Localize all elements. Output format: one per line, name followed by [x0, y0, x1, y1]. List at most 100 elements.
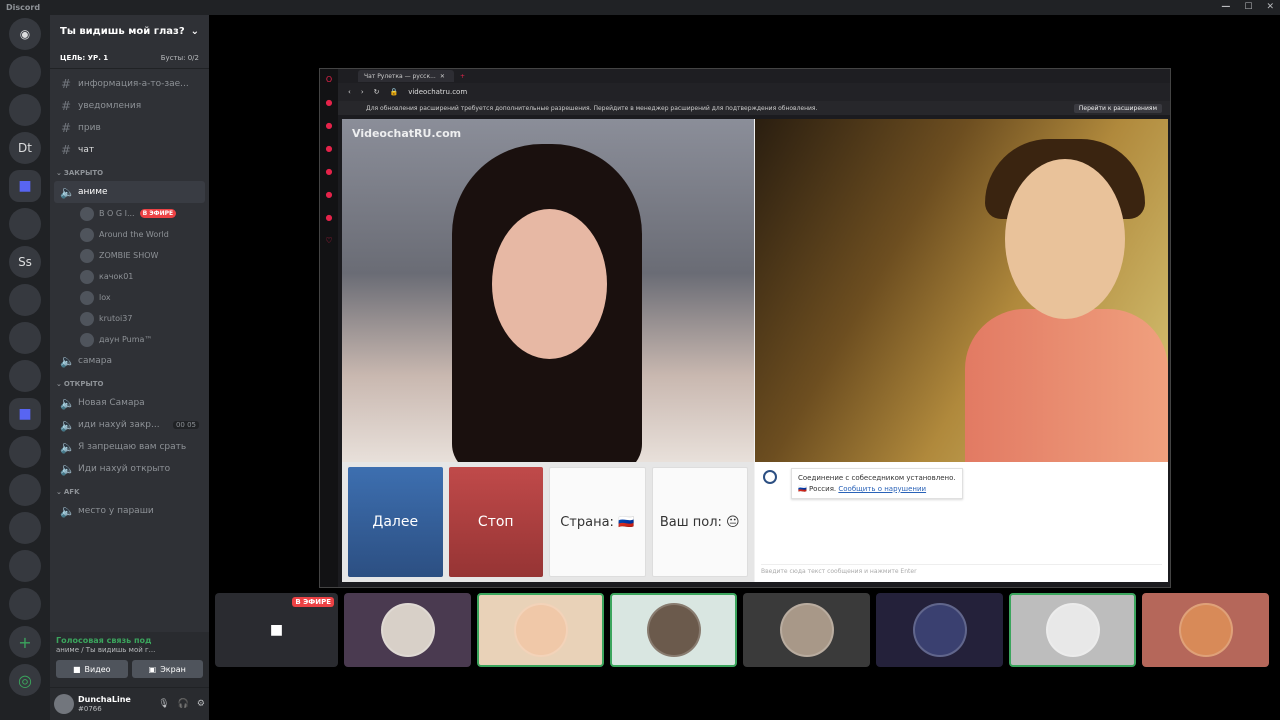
speaker-icon: 🔈: [60, 462, 75, 476]
server-avatar[interactable]: [9, 436, 41, 468]
video-face: [1005, 159, 1125, 319]
server-avatar[interactable]: [9, 284, 41, 316]
screen-share-button[interactable]: ▣ Экран: [131, 660, 203, 678]
server-header[interactable]: Ты видишь мой глаз? ⌄: [50, 15, 209, 47]
close-icon[interactable]: ✕: [440, 73, 445, 80]
camera-icon: ■: [72, 664, 81, 674]
chat-message-input[interactable]: Введите сюда текст сообщения и нажмите E…: [761, 564, 1162, 578]
sidebar-icon: ●: [325, 144, 333, 153]
add-server-icon[interactable]: +: [9, 626, 41, 658]
lock-icon: 🔒: [389, 88, 399, 96]
voice-channel[interactable]: 🔈 Я запрещаю вам срать: [54, 436, 205, 458]
voice-status[interactable]: Голосовая связь под: [56, 636, 203, 645]
voice-user[interactable]: ZOMBIE SHOW: [54, 245, 205, 266]
browser-tab[interactable]: Чат Рулетка — русск... ✕: [358, 70, 454, 82]
extension-notice: Для обновления расширений требуется допо…: [338, 101, 1170, 115]
stream-preview-tile[interactable]: В ЭФИРЕ ■: [215, 593, 338, 667]
server-avatar[interactable]: [9, 550, 41, 582]
gender-button[interactable]: Ваш пол: 😐: [651, 467, 748, 577]
video-button[interactable]: ■ Видео: [56, 660, 128, 678]
text-channel[interactable]: # прив: [54, 117, 205, 139]
participant-tile[interactable]: [610, 593, 737, 667]
voice-channel[interactable]: 🔈 Новая Самара: [54, 392, 205, 414]
shared-browser-window[interactable]: O ● ● ● ● ● ● ♡ Чат Рулетка — русск... ✕ …: [319, 68, 1171, 588]
sidebar-icon: ●: [325, 121, 333, 130]
text-channel[interactable]: # чат: [54, 139, 205, 161]
user-limit-badge: 00 05: [172, 421, 199, 429]
server-avatar[interactable]: [9, 512, 41, 544]
video-figure: [965, 309, 1168, 462]
headphones-icon[interactable]: 🎧: [178, 699, 189, 709]
stop-button[interactable]: Стоп: [448, 467, 543, 577]
category-closed[interactable]: ⌄ ЗАКРЫТО: [54, 161, 205, 181]
explore-icon[interactable]: ◎: [9, 664, 41, 696]
participant-tile[interactable]: [344, 593, 471, 667]
text-channel[interactable]: # уведомления: [54, 95, 205, 117]
voice-user[interactable]: B O G I... В ЭФИРЕ: [54, 203, 205, 224]
boost-progress[interactable]: ЦЕЛЬ: УР. 1 Бусты: 0/2: [50, 47, 209, 69]
server-avatar[interactable]: [9, 360, 41, 392]
avatar: [80, 311, 94, 326]
participant-tile[interactable]: [1009, 593, 1136, 667]
avatar[interactable]: [54, 694, 74, 714]
window-titlebar: Discord — ☐ ✕: [0, 0, 1280, 15]
avatar: [513, 603, 568, 657]
back-icon[interactable]: ‹: [348, 88, 351, 96]
participant-tile[interactable]: [477, 593, 604, 667]
participant-tile[interactable]: [1142, 593, 1269, 667]
country-button[interactable]: Страна: 🇷🇺: [549, 467, 646, 577]
voice-user[interactable]: lox: [54, 287, 205, 308]
chevron-down-icon: ⌄: [190, 25, 199, 37]
voice-channel[interactable]: 🔈 иди нахуй закр... 00 05: [54, 414, 205, 436]
server-avatar[interactable]: [9, 474, 41, 506]
next-button[interactable]: Далее: [348, 467, 443, 577]
server-icon[interactable]: Dt: [9, 132, 41, 164]
reload-icon[interactable]: ↻: [374, 88, 380, 96]
new-tab-icon[interactable]: +: [460, 73, 465, 80]
server-avatar[interactable]: [9, 588, 41, 620]
server-avatar[interactable]: [9, 94, 41, 126]
gear-icon[interactable]: ⚙: [197, 699, 205, 709]
live-badge: В ЭФИРЕ: [139, 209, 177, 218]
browser-sidebar: O ● ● ● ● ● ● ♡: [320, 69, 338, 587]
category-afk[interactable]: ⌄ AFK: [54, 480, 205, 500]
self-video: [755, 119, 1168, 462]
microphone-icon[interactable]: 🎙: [158, 699, 169, 709]
go-to-extensions-button[interactable]: Перейти к расширениям: [1073, 103, 1162, 113]
voice-user[interactable]: даун Puma™: [54, 329, 205, 350]
discord-home-icon[interactable]: ◉: [9, 18, 41, 50]
voice-channel-anime[interactable]: 🔈 аниме: [54, 181, 205, 203]
screen-icon: ▣: [148, 664, 157, 674]
text-channel[interactable]: # информация-а-то-зае...: [54, 73, 205, 95]
participant-tile[interactable]: [876, 593, 1003, 667]
server-avatar[interactable]: [9, 208, 41, 240]
sidebar-icon: ●: [325, 190, 333, 199]
text-chat: Соединение с собеседником установлено. 🇷…: [755, 462, 1168, 582]
voice-channel-samara[interactable]: 🔈 самара: [54, 350, 205, 372]
report-link[interactable]: Сообщить о нарушении: [838, 485, 926, 493]
voice-channel-afk[interactable]: 🔈 место у параши: [54, 500, 205, 522]
boost-count: Бусты: 0/2: [160, 53, 199, 62]
address-bar: ‹ › ↻ 🔒 videochatru.com: [338, 83, 1170, 101]
voice-user[interactable]: качок01: [54, 266, 205, 287]
maximize-icon[interactable]: ☐: [1244, 0, 1252, 15]
forward-icon[interactable]: ›: [361, 88, 364, 96]
chevron-icon: ⌄: [56, 488, 62, 496]
folder-icon[interactable]: ■: [9, 170, 41, 202]
voice-user[interactable]: Around the World: [54, 224, 205, 245]
url-text[interactable]: videochatru.com: [408, 88, 467, 96]
server-avatar[interactable]: [9, 56, 41, 88]
site-watermark: VideochatRU.com: [352, 127, 462, 140]
hash-icon: #: [60, 77, 72, 91]
close-icon[interactable]: ✕: [1266, 0, 1274, 15]
voice-channel[interactable]: 🔈 Иди нахуй открыто: [54, 458, 205, 480]
category-open[interactable]: ⌄ ОТКРЫТО: [54, 372, 205, 392]
avatar: [1045, 603, 1100, 657]
server-avatar[interactable]: [9, 322, 41, 354]
folder-icon[interactable]: ■: [9, 398, 41, 430]
minimize-icon[interactable]: —: [1221, 0, 1230, 15]
voice-user[interactable]: krutoi37: [54, 308, 205, 329]
server-name: Ты видишь мой глаз?: [60, 25, 185, 37]
server-icon[interactable]: Ss: [9, 246, 41, 278]
participant-tile[interactable]: [743, 593, 870, 667]
